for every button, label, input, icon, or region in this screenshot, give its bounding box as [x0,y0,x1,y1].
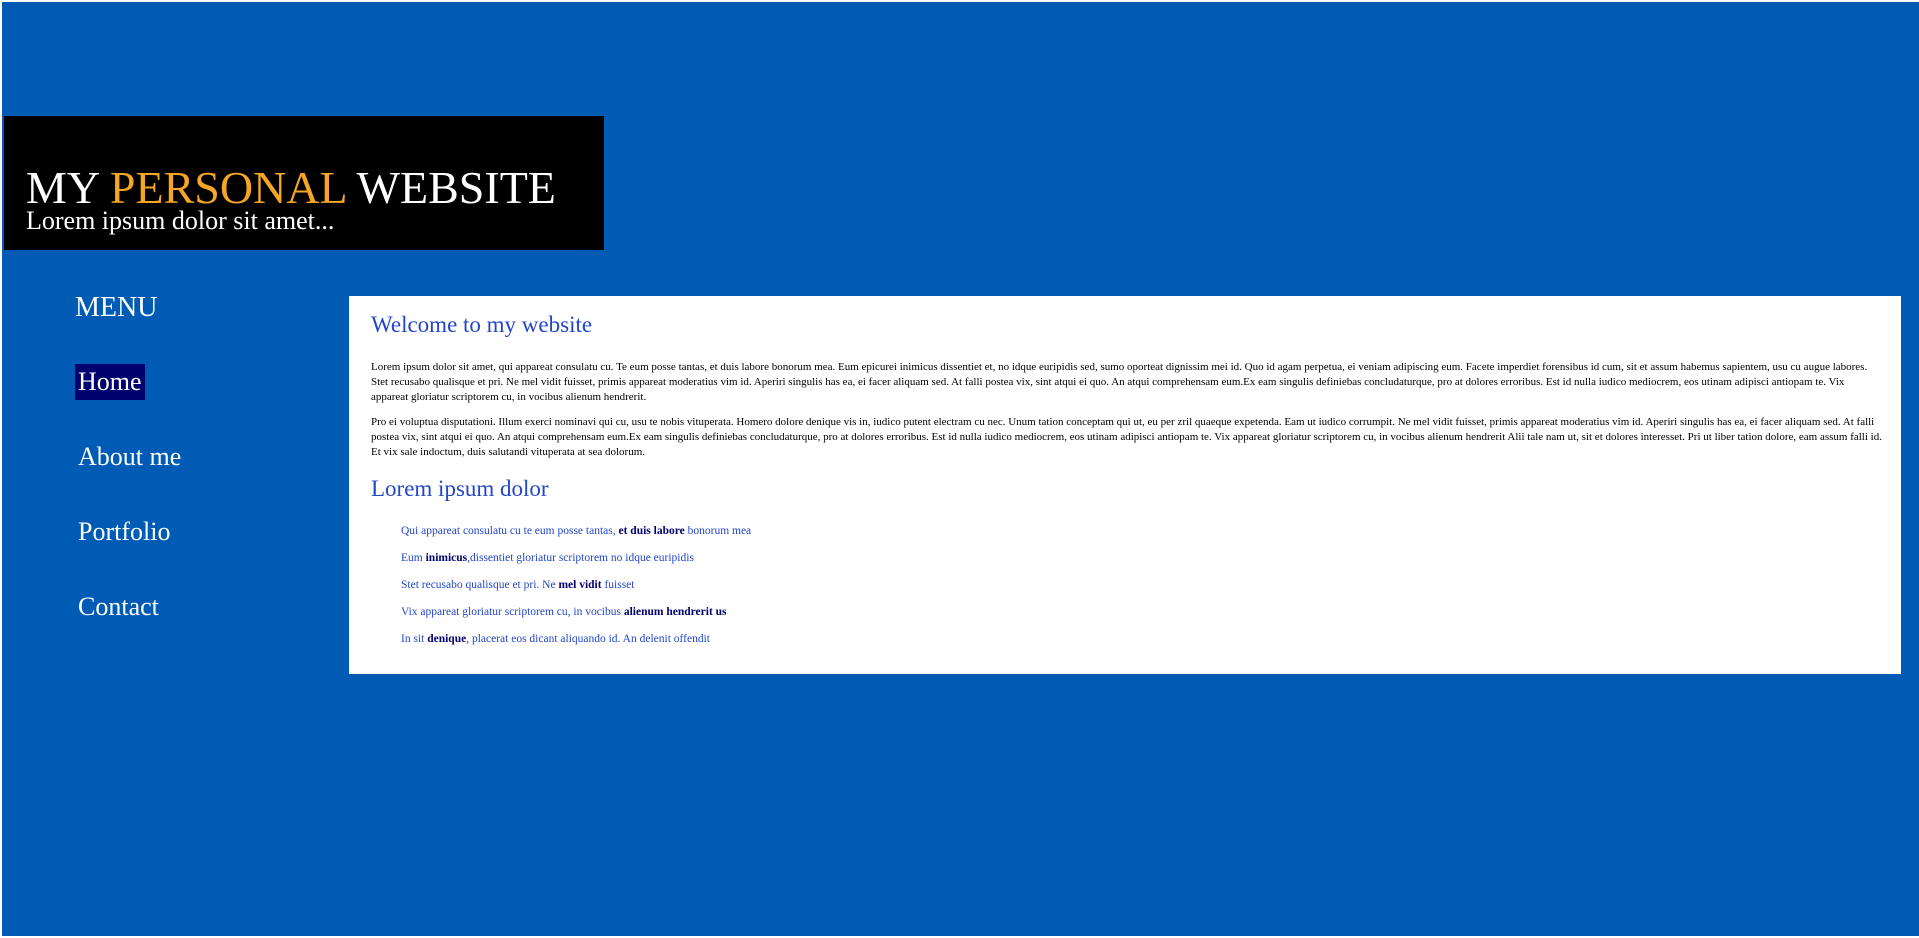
menu-heading: MENU [75,292,158,323]
list-item-text: In sit [401,633,428,645]
intro-paragraph-1: Lorem ipsum dolor sit amet, qui appareat… [371,361,1868,403]
list-item-text: Vix appareat gloriatur scriptorem cu, in… [401,606,624,618]
menu-item-home[interactable]: Home [75,364,145,400]
site-tagline: Lorem ipsum dolor sit amet... [26,206,335,235]
list-item-bold: mel vidit [558,579,602,591]
list-item: Qui appareat consulatu cu te eum posse t… [401,524,1883,539]
list-item: Eum inimicus,dissentiet gloriatur script… [401,551,1883,566]
list-item-bold: alienum hendrerit us [623,606,727,618]
list-item-bold: et duis labore [618,525,685,537]
site-title-part2: WEBSITE [345,162,556,213]
feature-list: Qui appareat consulatu cu te eum posse t… [371,524,1883,647]
list-item-bold: denique [427,633,467,645]
intro-paragraph-2: Pro ei voluptua disputationi. Illum exer… [371,416,1882,458]
list-item-bold: inimicus [425,552,468,564]
list-item-text: Stet recusabo qualisque et pri. Ne [401,579,559,591]
list-item-text: Eum [401,552,426,564]
menu-item-contact[interactable]: Contact [75,589,162,625]
list-item-text: fuisset [601,579,635,591]
list-item-text: , placerat eos dicant aliquando id. An d… [466,633,710,645]
sidebar-menu: MENU Home About me Portfolio Contact [75,290,305,664]
list-item-text: ,dissentiet gloriatur scriptorem no idqu… [467,552,694,564]
menu-item-about-me[interactable]: About me [75,439,184,475]
section-heading: Lorem ipsum dolor [371,476,549,501]
site-header: MY PERSONAL WEBSITE Lorem ipsum dolor si… [4,116,604,250]
menu-item-portfolio[interactable]: Portfolio [75,514,173,550]
list-item-text: Qui appareat consulatu cu te eum posse t… [401,525,619,537]
page-background: MY PERSONAL WEBSITE Lorem ipsum dolor si… [2,2,1919,936]
list-item: Stet recusabo qualisque et pri. Ne mel v… [401,578,1883,593]
welcome-heading: Welcome to my website [371,312,593,337]
main-content-panel: Welcome to my website Lorem ipsum dolor … [349,296,1901,674]
list-item: In sit denique, placerat eos dicant aliq… [401,632,1883,647]
list-item: Vix appareat gloriatur scriptorem cu, in… [401,605,1883,620]
list-item-text: bonorum mea [684,525,752,537]
